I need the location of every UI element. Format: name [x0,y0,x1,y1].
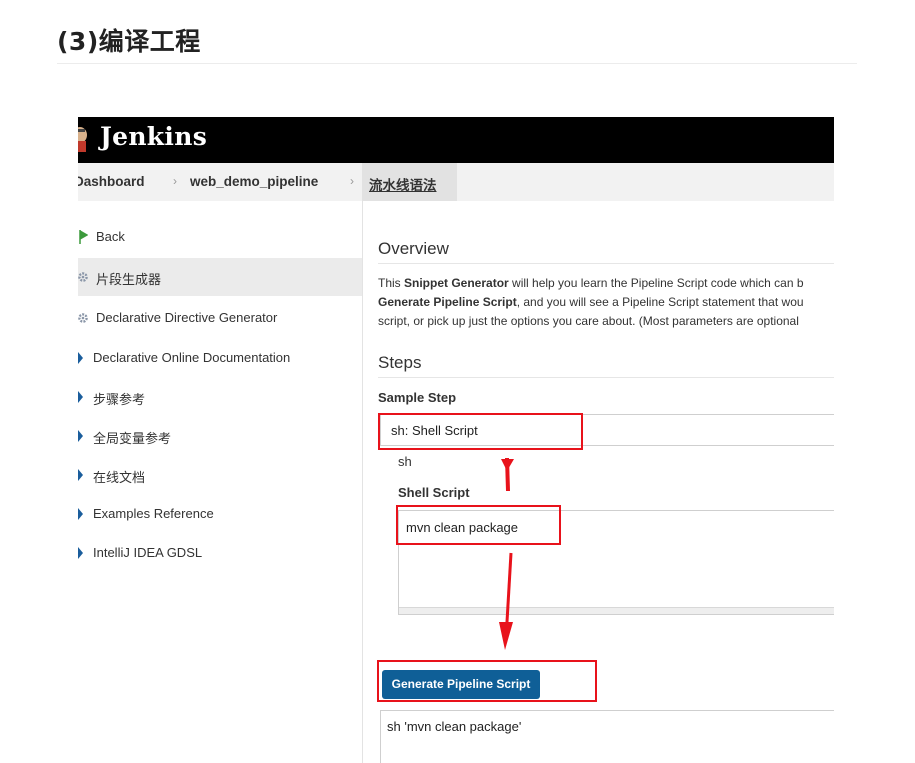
gear-icon [78,313,88,323]
sidebar-item-label: IntelliJ IDEA GDSL [93,545,203,560]
sidebar-item-label: 在线文档 [93,471,146,486]
breadcrumb-separator-icon: › [173,174,177,188]
sidebar-item-back[interactable]: Back [78,218,362,256]
sidebar-item-global-vars[interactable]: 全局变量参考 [78,417,362,455]
chevron-right-icon [78,352,83,364]
breadcrumb-job[interactable]: web_demo_pipeline [190,174,318,189]
chevron-right-icon [78,391,83,403]
breadcrumb-dashboard[interactable]: Dashboard [78,174,145,189]
sidebar-item-label: Declarative Online Documentation [93,350,291,365]
sidebar-item-online-docs[interactable]: Declarative Online Documentation [78,339,362,377]
jenkins-brand[interactable]: Jenkins [100,122,207,151]
chevron-right-icon [78,508,83,520]
jenkins-screenshot: Jenkins Dashboard › web_demo_pipeline › … [78,117,834,763]
sidebar-item-snippet-generator[interactable]: 片段生成器 [78,258,362,296]
back-arrow-icon [79,230,88,244]
sidebar-item-idea-gdsl[interactable]: IntelliJ IDEA GDSL [78,534,362,572]
sidebar-divider [362,201,363,763]
sidebar-item-label: Back [96,229,125,244]
chevron-right-icon [78,430,83,442]
sidebar-item-label: 全局变量参考 [93,432,172,447]
main-content: Overview This Snippet Generator will hel… [377,201,834,763]
sidebar-item-examples[interactable]: Examples Reference [78,495,362,533]
annotation-arrows [499,457,514,650]
sidebar-item-label: 片段生成器 [96,273,162,288]
breadcrumb: Dashboard › web_demo_pipeline › 流水线语法 [78,163,834,201]
sidebar-item-online-docs-cn[interactable]: 在线文档 [78,456,362,494]
sidebar-item-label: 步骤参考 [93,393,146,408]
article-title: (3)编译工程 [57,27,201,56]
chevron-right-icon [78,469,83,481]
sidebar-item-step-reference[interactable]: 步骤参考 [78,378,362,416]
sidebar-item-directive-generator[interactable]: Declarative Directive Generator [78,299,362,337]
title-divider [57,63,857,64]
jenkins-header: Jenkins [78,117,834,163]
gear-icon [78,272,88,282]
sidebar-item-label: Examples Reference [93,506,214,521]
sidebar-item-label: Declarative Directive Generator [96,310,278,325]
chevron-right-icon [78,547,83,559]
jenkins-logo-icon[interactable] [78,126,88,154]
breadcrumb-separator-icon: › [350,174,354,188]
breadcrumb-current[interactable]: 流水线语法 [369,174,437,194]
